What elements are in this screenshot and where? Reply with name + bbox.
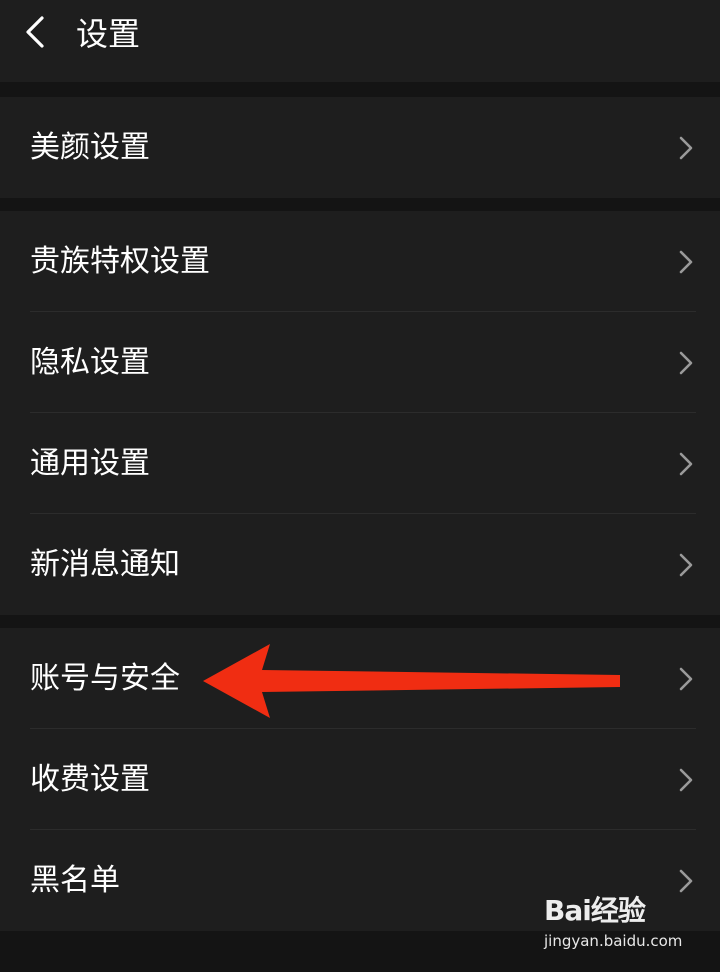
chevron-right-icon bbox=[679, 869, 693, 893]
settings-group-2: 贵族特权设置 隐私设置 通用设置 新消息通知 bbox=[0, 211, 720, 615]
settings-item-label: 贵族特权设置 bbox=[30, 244, 210, 279]
settings-group-1: 美颜设置 bbox=[0, 97, 720, 198]
section-gap bbox=[0, 82, 720, 97]
chevron-right-icon bbox=[679, 768, 693, 792]
annotation-arrow-icon bbox=[203, 644, 620, 718]
settings-item-fees[interactable]: 收费设置 bbox=[0, 729, 720, 830]
page-title: 设置 bbox=[76, 15, 141, 53]
settings-item-label: 通用设置 bbox=[30, 446, 150, 481]
settings-item-general[interactable]: 通用设置 bbox=[0, 413, 720, 514]
settings-item-noble-privileges[interactable]: 贵族特权设置 bbox=[0, 211, 720, 312]
settings-item-privacy[interactable]: 隐私设置 bbox=[0, 312, 720, 413]
chevron-right-icon bbox=[679, 452, 693, 476]
chevron-right-icon bbox=[679, 553, 693, 577]
section-gap bbox=[0, 198, 720, 211]
watermark-url: jingyan.baidu.com bbox=[544, 932, 683, 950]
settings-item-label: 账号与安全 bbox=[30, 661, 180, 696]
chevron-right-icon bbox=[679, 667, 693, 691]
section-gap bbox=[0, 615, 720, 628]
watermark-logo: Bai经验 bbox=[544, 894, 646, 927]
settings-item-label: 新消息通知 bbox=[30, 547, 180, 582]
settings-item-label: 美颜设置 bbox=[30, 130, 150, 165]
chevron-right-icon bbox=[679, 351, 693, 375]
settings-item-beauty[interactable]: 美颜设置 bbox=[0, 97, 720, 198]
settings-item-label: 黑名单 bbox=[30, 863, 120, 898]
back-button[interactable] bbox=[14, 10, 58, 54]
chevron-right-icon bbox=[679, 250, 693, 274]
settings-item-label: 隐私设置 bbox=[30, 345, 150, 380]
settings-item-label: 收费设置 bbox=[30, 762, 150, 797]
chevron-right-icon bbox=[679, 136, 693, 160]
watermark: Bai经验 jingyan.baidu.com bbox=[544, 894, 684, 958]
settings-item-notifications[interactable]: 新消息通知 bbox=[0, 514, 720, 615]
chevron-left-icon bbox=[26, 16, 44, 48]
header-bar: 设置 bbox=[0, 0, 720, 82]
